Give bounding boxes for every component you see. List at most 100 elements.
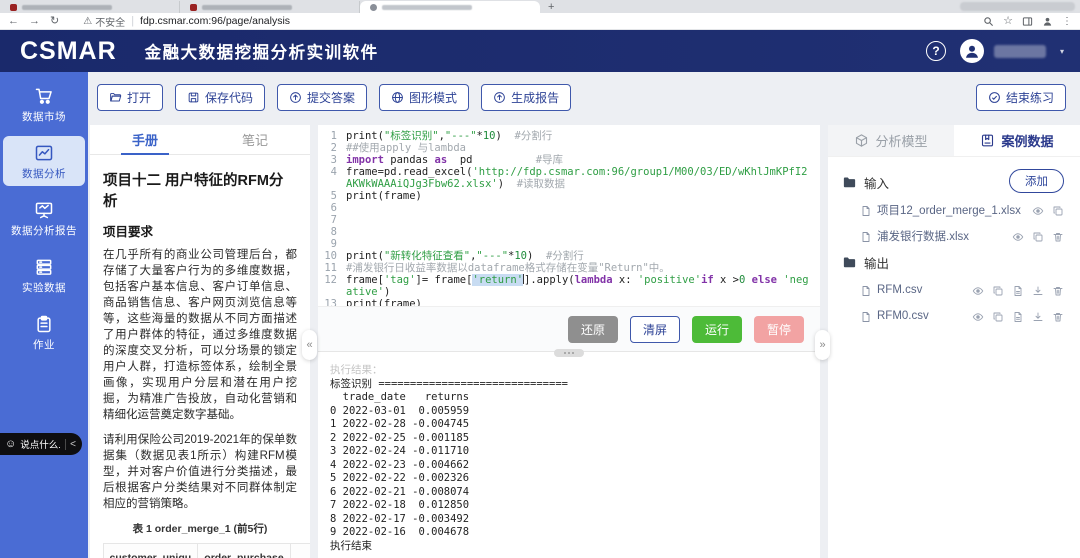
- run-button[interactable]: 运行: [692, 316, 742, 343]
- output-console: 执行结果： 标签识别 =============================…: [318, 357, 820, 558]
- resize-handle[interactable]: [554, 349, 584, 357]
- delete-icon[interactable]: [1052, 230, 1064, 242]
- case-data-panel: 分析模型案例数据 输入添加项目12_order_merge_1.xlsx浦发银行…: [828, 125, 1080, 558]
- chat-collapse-icon[interactable]: <: [70, 439, 76, 450]
- copy-icon[interactable]: [1052, 204, 1064, 216]
- copy-icon[interactable]: [992, 310, 1004, 322]
- code-text: frame['tag']= frame['return'].apply(lamb…: [346, 274, 820, 298]
- tab-notes[interactable]: 笔记: [200, 125, 310, 154]
- code-line: 12frame['tag']= frame['return'].apply(la…: [318, 274, 820, 298]
- url-text: fdp.csmar.com:96/page/analysis: [140, 15, 290, 27]
- tab-analysis-model[interactable]: 分析模型: [828, 125, 954, 156]
- file-name: 项目12_order_merge_1.xlsx: [877, 202, 1027, 218]
- check-circle-icon: [988, 91, 1001, 104]
- file-actions: [1032, 204, 1066, 216]
- graph-mode-button[interactable]: 图形模式: [379, 84, 469, 111]
- export-icon[interactable]: [1012, 284, 1024, 296]
- sidebar-item-analysis-report[interactable]: 数据分析报告: [3, 193, 85, 243]
- download-icon[interactable]: [1032, 310, 1044, 322]
- browser-menu-icon[interactable]: ⋮: [1062, 16, 1072, 27]
- sidebar-item-data-market[interactable]: 数据市场: [3, 79, 85, 129]
- clear-button[interactable]: 清屏: [630, 316, 680, 343]
- delete-icon[interactable]: [1052, 284, 1064, 296]
- generate-report-button[interactable]: 生成报告: [481, 84, 571, 111]
- line-number: 4: [318, 166, 346, 190]
- pause-button[interactable]: 暂停: [754, 316, 804, 343]
- side-panel-icon[interactable]: [1022, 16, 1033, 27]
- database-icon: [34, 257, 54, 277]
- tab-manual[interactable]: 手册: [90, 125, 200, 154]
- tab-case-data[interactable]: 案例数据: [954, 125, 1080, 156]
- code-line: 2##使用apply 与lambda: [318, 142, 820, 154]
- save-code-label: 保存代码: [205, 89, 253, 106]
- code-text: [346, 214, 820, 226]
- section-input: 输入添加: [842, 173, 1066, 192]
- collapse-right-panel-icon[interactable]: »: [815, 330, 830, 360]
- browser-tab[interactable]: [180, 1, 360, 13]
- copy-icon[interactable]: [1032, 230, 1044, 242]
- sidebar-item-data-analysis[interactable]: 数据分析: [3, 136, 85, 186]
- browser-tab-active[interactable]: [360, 1, 540, 13]
- line-number: 11: [318, 262, 346, 274]
- tab-title-blurred: [382, 5, 472, 10]
- url-field[interactable]: ⚠不安全 | fdp.csmar.com:96/page/analysis: [83, 14, 973, 29]
- code-text: #浦发银行日收益率数据以dataframe格式存储在变量"Return"中。: [346, 262, 820, 274]
- sidebar-item-homework[interactable]: 作业: [3, 307, 85, 357]
- browser-tab-strip: +: [0, 0, 1080, 13]
- new-tab-button[interactable]: +: [540, 1, 562, 13]
- section-label: 输入: [864, 173, 889, 192]
- download-icon[interactable]: [1032, 284, 1044, 296]
- end-practice-button[interactable]: 结束练习: [976, 84, 1066, 111]
- code-line: 6: [318, 202, 820, 214]
- bookmark-star-icon[interactable]: ☆: [1003, 16, 1013, 27]
- reload-icon[interactable]: ↻: [50, 16, 59, 27]
- submit-answer-label: 提交答案: [307, 89, 355, 106]
- preview-icon[interactable]: [972, 310, 984, 322]
- submit-answer-button[interactable]: 提交答案: [277, 84, 367, 111]
- file-item[interactable]: RFM.csv: [860, 281, 1066, 299]
- reset-button[interactable]: 还原: [568, 316, 618, 343]
- sidebar-item-experiment-data[interactable]: 实验数据: [3, 250, 85, 300]
- open-button[interactable]: 打开: [97, 84, 163, 111]
- file-name: RFM0.csv: [877, 310, 967, 322]
- case-icon: [980, 133, 995, 148]
- help-icon[interactable]: ?: [926, 41, 946, 61]
- copy-icon[interactable]: [992, 284, 1004, 296]
- chat-widget[interactable]: ☺ 说点什么... <: [0, 433, 82, 455]
- case-data-label: 案例数据: [1001, 131, 1053, 150]
- code-line: 13print(frame): [318, 298, 820, 306]
- browser-tab[interactable]: [0, 1, 180, 13]
- tab-favicon: [10, 4, 17, 11]
- section-label: 输出: [864, 253, 889, 272]
- forward-icon[interactable]: →: [29, 16, 40, 27]
- collapse-left-panel-icon[interactable]: «: [302, 330, 317, 360]
- code-editor[interactable]: 1print("标签识别","---"*10) #分割行2##使用apply 与…: [318, 125, 820, 306]
- file-item[interactable]: RFM0.csv: [860, 307, 1066, 325]
- preview-icon[interactable]: [1032, 204, 1044, 216]
- back-icon[interactable]: ←: [8, 16, 19, 27]
- preview-icon[interactable]: [972, 284, 984, 296]
- manual-panel: 手册笔记 项目十二 用户特征的RFM分析 项目要求 在几乎所有的商业公司管理后台…: [90, 125, 310, 558]
- line-number: 3: [318, 154, 346, 166]
- code-text: frame=pd.read_excel('http://fdp.csmar.co…: [346, 166, 820, 190]
- code-text: print("标签识别","---"*10) #分割行: [346, 130, 820, 142]
- file-item[interactable]: 项目12_order_merge_1.xlsx: [860, 201, 1066, 219]
- avatar[interactable]: [960, 39, 984, 63]
- code-text: [346, 202, 820, 214]
- warning-icon: ⚠: [83, 16, 92, 27]
- cube-icon: [854, 133, 869, 148]
- line-number: 1: [318, 130, 346, 142]
- file-item[interactable]: 浦发银行数据.xlsx: [860, 227, 1066, 245]
- preview-icon[interactable]: [1012, 230, 1024, 242]
- user-menu-caret-icon[interactable]: ▾: [1060, 47, 1064, 56]
- profile-icon[interactable]: [1042, 16, 1053, 27]
- table-header-cell: order_id: [291, 544, 310, 558]
- delete-icon[interactable]: [1052, 310, 1064, 322]
- add-file-button[interactable]: 添加: [1009, 169, 1064, 193]
- search-icon[interactable]: [983, 16, 994, 27]
- section-heading: 项目要求: [103, 221, 297, 240]
- save-code-button[interactable]: 保存代码: [175, 84, 265, 111]
- code-text: [346, 226, 820, 238]
- export-icon[interactable]: [1012, 310, 1024, 322]
- output-label: 执行结果：: [330, 364, 808, 378]
